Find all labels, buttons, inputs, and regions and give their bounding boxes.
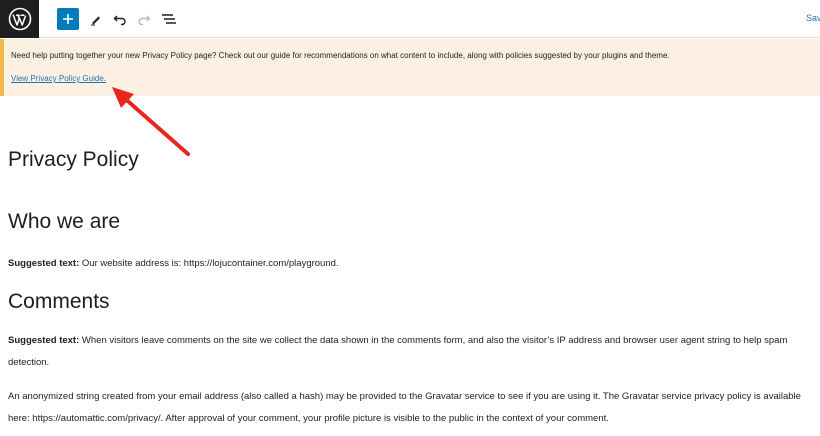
undo-icon: [113, 15, 126, 26]
comments-paragraph[interactable]: Suggested text: When visitors leave comm…: [8, 330, 814, 374]
comments-text: When visitors leave comments on the site…: [8, 335, 788, 368]
suggested-text-label: Suggested text:: [8, 335, 80, 346]
editor-toolbar: Sav: [0, 0, 820, 38]
page-title[interactable]: Privacy Policy: [8, 148, 139, 172]
privacy-guide-link[interactable]: View Privacy Policy Guide.: [11, 74, 106, 83]
privacy-policy-notice: Need help putting together your new Priv…: [0, 39, 820, 96]
document-overview-button[interactable]: [159, 7, 179, 31]
save-draft-button[interactable]: Sav: [806, 13, 820, 23]
plus-icon: [63, 14, 73, 24]
redo-icon: [138, 15, 151, 26]
who-we-are-paragraph[interactable]: Suggested text: Our website address is: …: [8, 253, 814, 275]
gravatar-paragraph[interactable]: An anonymized string created from your e…: [8, 386, 814, 430]
heading-comments[interactable]: Comments: [8, 290, 110, 314]
suggested-text-label: Suggested text:: [8, 258, 80, 269]
wordpress-logo-icon[interactable]: [0, 0, 39, 38]
tools-pen-button[interactable]: [87, 7, 105, 31]
who-we-are-text: Our website address is: https://lojucont…: [79, 258, 339, 269]
pen-icon: [91, 16, 100, 26]
heading-who-we-are[interactable]: Who we are: [8, 210, 120, 234]
redo-button[interactable]: [135, 7, 153, 31]
add-block-button[interactable]: [57, 8, 79, 30]
undo-button[interactable]: [111, 7, 129, 31]
notice-text: Need help putting together your new Priv…: [11, 51, 670, 60]
list-view-icon: [162, 14, 176, 24]
